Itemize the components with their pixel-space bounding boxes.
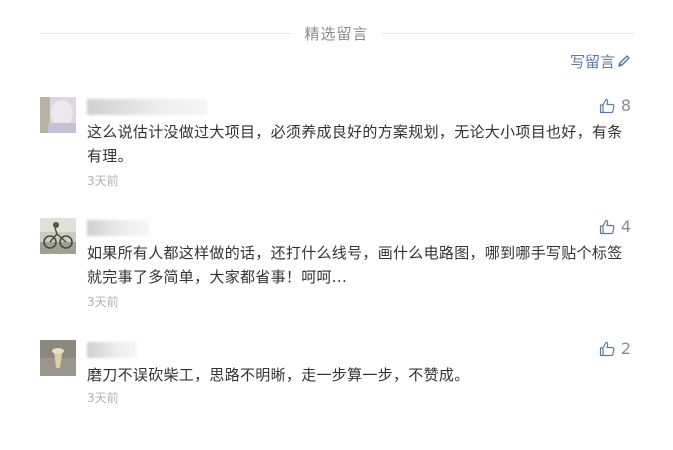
divider-right xyxy=(382,32,634,34)
comment-item: 4 如果所有人都这样做的话，还打什么线号，画什么电路图，哪到哪手写贴个标签就完事… xyxy=(40,217,633,328)
thumbs-up-icon xyxy=(599,98,615,113)
like-button[interactable]: 8 xyxy=(599,96,631,115)
thumbs-up-icon xyxy=(599,219,615,234)
avatar-image xyxy=(40,97,76,133)
like-count: 8 xyxy=(620,96,631,115)
section-header: 精选留言 xyxy=(40,22,634,44)
comment-time: 3天前 xyxy=(87,174,119,188)
nickname xyxy=(87,99,207,115)
comment-item: 8 这么说估计没做过大项目，必须养成良好的方案规划，无论大小项目也好，有条有理。… xyxy=(40,96,633,207)
avatar-image xyxy=(40,218,76,254)
comment-content: 这么说估计没做过大项目，必须养成良好的方案规划，无论大小项目也好，有条有理。 xyxy=(87,123,623,165)
thumbs-up-icon xyxy=(599,341,615,356)
like-count: 2 xyxy=(620,339,631,358)
nickname xyxy=(87,342,137,358)
like-count: 4 xyxy=(620,217,631,236)
section-title: 精选留言 xyxy=(304,24,369,43)
comment-item: 2 磨刀不误砍柴工，思路不明晰，走一步算一步，不赞成。 3天前 xyxy=(40,339,633,450)
like-button[interactable]: 4 xyxy=(599,217,631,236)
avatar[interactable] xyxy=(40,97,76,133)
comment-time: 3天前 xyxy=(87,391,119,405)
comment-content: 如果所有人都这样做的话，还打什么线号，画什么电路图，哪到哪手写贴个标签就完事了多… xyxy=(87,244,623,286)
pencil-icon xyxy=(618,55,630,67)
divider-left xyxy=(40,32,291,34)
avatar[interactable] xyxy=(40,218,76,254)
comment-time: 3天前 xyxy=(87,295,119,309)
write-comment-button[interactable]: 写留言 xyxy=(570,51,631,71)
like-button[interactable]: 2 xyxy=(599,339,631,358)
avatar[interactable] xyxy=(40,340,76,376)
write-comment-label: 写留言 xyxy=(569,52,615,71)
comment-content: 磨刀不误砍柴工，思路不明晰，走一步算一步，不赞成。 xyxy=(87,366,470,384)
avatar-image xyxy=(40,340,76,376)
nickname xyxy=(87,220,149,236)
